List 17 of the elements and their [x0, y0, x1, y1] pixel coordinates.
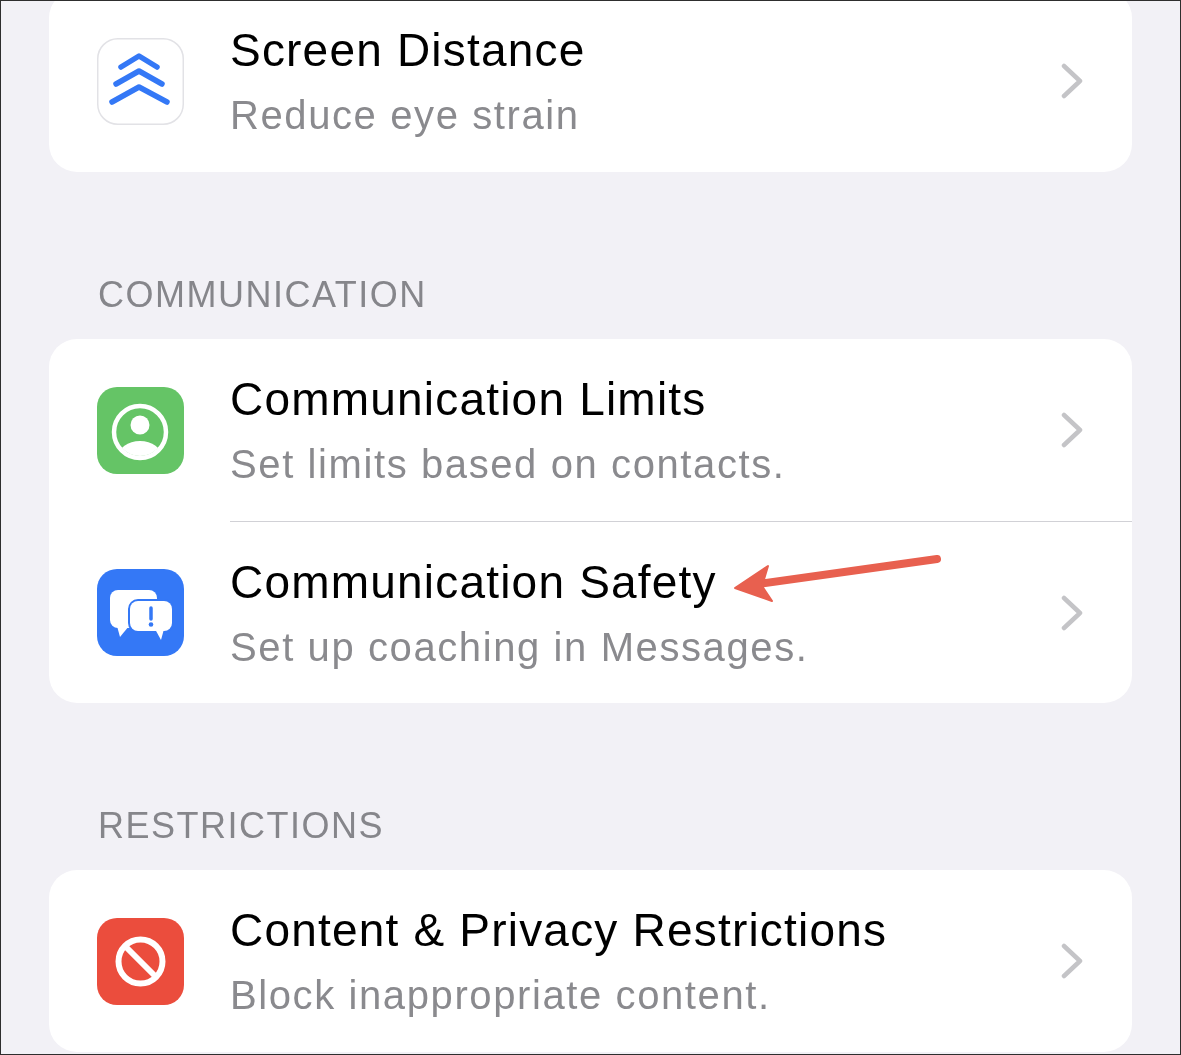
- section-header: RESTRICTIONS: [98, 804, 384, 848]
- chat-bubbles-icon: [97, 568, 184, 656]
- row-subtitle: Block inappropriate content.: [230, 972, 771, 1019]
- chevron-right-icon: [1060, 412, 1084, 448]
- chevron-right-icon: [1060, 63, 1084, 99]
- chevron-right-icon: [1060, 594, 1084, 631]
- row-title[interactable]: Communication Limits: [230, 372, 707, 426]
- section-header: COMMUNICATION: [98, 273, 427, 317]
- row-title[interactable]: Screen Distance: [230, 23, 586, 77]
- row-subtitle: Set limits based on contacts.: [230, 441, 786, 488]
- prohibited-icon: [97, 917, 184, 1005]
- row-subtitle: Reduce eye strain: [230, 92, 580, 139]
- chevron-right-icon: [1060, 943, 1084, 979]
- chevrons-up-icon: [97, 37, 184, 125]
- row-title[interactable]: Content & Privacy Restrictions: [230, 903, 888, 957]
- row-title[interactable]: Communication Safety: [230, 554, 717, 609]
- row-subtitle: Set up coaching in Messages.: [230, 623, 809, 671]
